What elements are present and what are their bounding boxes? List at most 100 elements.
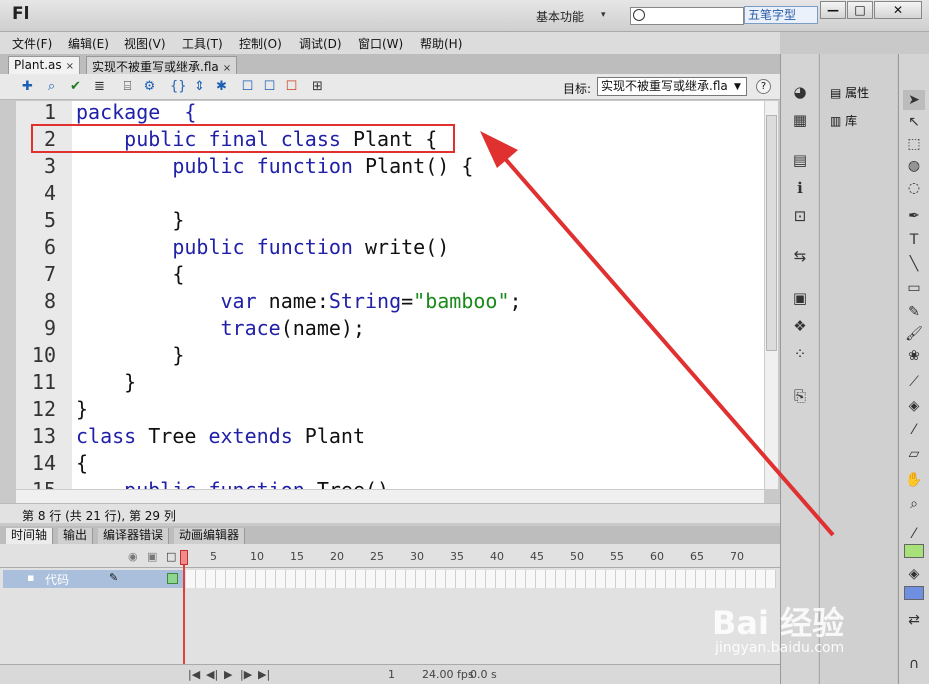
align-icon[interactable]: ▤ [790, 150, 810, 170]
close-icon[interactable]: × [66, 61, 74, 72]
minimize-button[interactable]: — [820, 1, 846, 19]
frame-grid[interactable] [186, 570, 776, 588]
toggle-toolbox-icon[interactable]: ⊞ [310, 79, 325, 94]
tab-output[interactable]: 输出 [58, 528, 94, 544]
target-select[interactable]: 实现不被重写或继承.fla [597, 77, 747, 96]
properties-item[interactable]: ▤ 属性 [830, 84, 869, 101]
close-icon[interactable]: × [223, 63, 231, 74]
lock-icon[interactable]: ▣ [147, 550, 157, 563]
menu-file[interactable]: 文件(F) [12, 35, 52, 52]
close-button[interactable]: ✕ [874, 1, 922, 19]
lasso-tool-icon[interactable]: ◌ [903, 178, 925, 198]
auto-format-icon[interactable]: ≣ [92, 79, 107, 94]
code-snippets-icon[interactable]: ▣ [790, 288, 810, 308]
motion-presets-icon[interactable]: ⁘ [790, 344, 810, 364]
frame-number: 35 [450, 550, 464, 563]
workspace-switcher[interactable]: 基本功能 [536, 8, 584, 25]
search-input[interactable] [630, 7, 744, 25]
swap-colors-icon[interactable]: ⇄ [903, 610, 925, 630]
history-icon[interactable]: ⇆ [790, 246, 810, 266]
zoom-tool-icon[interactable]: ⌕ [903, 494, 925, 514]
code-hint-icon[interactable]: ⌸ [120, 79, 135, 94]
remove-comment-icon[interactable]: ☐ [284, 79, 299, 94]
library-icon: ▥ [830, 114, 846, 128]
hand-tool-icon[interactable]: ✋ [903, 470, 925, 490]
chevron-down-icon[interactable]: ▼ [734, 82, 741, 92]
collapse-between-braces-icon[interactable]: {} [170, 79, 187, 94]
swatches-icon[interactable]: ▦ [790, 110, 810, 130]
menu-help[interactable]: 帮助(H) [420, 35, 462, 52]
current-frame: 1 [388, 668, 395, 681]
subselection-tool-icon[interactable]: ↖ [903, 112, 925, 132]
line-tool-icon[interactable]: ╲ [903, 254, 925, 274]
collapse-selection-icon[interactable]: ⇕ [192, 79, 207, 94]
check-syntax-icon[interactable]: ✔ [68, 79, 83, 94]
apply-line-comment-icon[interactable]: ☐ [262, 79, 277, 94]
prev-frame-icon[interactable]: ◀| [206, 668, 218, 681]
first-frame-icon[interactable]: |◀ [188, 668, 200, 681]
code-editor[interactable]: 123456789101112131415 package { public f… [16, 101, 764, 489]
next-frame-icon[interactable]: |▶ [240, 668, 252, 681]
play-icon[interactable]: ▶ [224, 668, 232, 681]
add-statement-icon[interactable]: ✚ [20, 79, 35, 94]
last-frame-icon[interactable]: ▶| [258, 668, 270, 681]
tab-fla-file[interactable]: 实现不被重写或继承.fla × [86, 56, 238, 74]
scroll-thumb[interactable] [766, 115, 777, 351]
help-icon[interactable]: ? [756, 79, 771, 94]
chevron-down-icon[interactable]: ▾ [601, 10, 606, 20]
stroke-color-icon[interactable]: ⁄ [903, 524, 925, 544]
debug-options-icon[interactable]: ⚙ [142, 79, 157, 94]
transform-icon[interactable]: ⊡ [790, 206, 810, 226]
eraser-tool-icon[interactable]: ▱ [903, 444, 925, 464]
menu-window[interactable]: 窗口(W) [358, 35, 403, 52]
eye-icon[interactable]: ◉ [128, 550, 138, 563]
rectangle-tool-icon[interactable]: ▭ [903, 278, 925, 298]
line-number: 7 [43, 262, 56, 286]
horizontal-scrollbar[interactable] [16, 489, 764, 503]
expand-all-icon[interactable]: ✱ [214, 79, 229, 94]
menu-view[interactable]: 视图(V) [124, 35, 166, 52]
snap-icon[interactable]: ∩ [903, 654, 925, 674]
frame-number: 25 [370, 550, 384, 563]
layer-color-icon[interactable] [167, 573, 178, 584]
color-icon[interactable]: ◕ [790, 82, 810, 102]
outline-icon[interactable]: □ [166, 550, 176, 563]
maximize-button[interactable]: □ [847, 1, 873, 19]
fill-swatch[interactable] [904, 586, 924, 600]
scene-icon[interactable]: ⎘ [790, 386, 810, 406]
free-transform-tool-icon[interactable]: ⬚ [903, 134, 925, 154]
tab-plant-as[interactable]: Plant.as × [8, 56, 81, 74]
pen-tool-icon[interactable]: ✒ [903, 206, 925, 226]
code-line: package { [76, 101, 196, 126]
deco-tool-icon[interactable]: ❀ [903, 346, 925, 366]
brush-tool-icon[interactable]: 🖌 [903, 324, 925, 344]
menu-edit[interactable]: 编辑(E) [68, 35, 109, 52]
bone-tool-icon[interactable]: ⟋ [903, 372, 925, 392]
frame-number: 50 [570, 550, 584, 563]
pencil-tool-icon[interactable]: ✎ [903, 302, 925, 322]
library-item[interactable]: ▥ 库 [830, 112, 857, 129]
stroke-swatch[interactable] [904, 544, 924, 558]
vertical-scrollbar[interactable] [764, 101, 778, 489]
code-token: ; [509, 289, 522, 313]
code-line: } [76, 369, 136, 396]
playhead-handle[interactable] [180, 550, 188, 565]
menu-tools[interactable]: 工具(T) [182, 35, 223, 52]
components-icon[interactable]: ❖ [790, 316, 810, 336]
tab-motion-editor[interactable]: 动画编辑器 [174, 528, 246, 544]
eyedropper-tool-icon[interactable]: ⁄ [903, 420, 925, 440]
menu-debug[interactable]: 调试(D) [299, 35, 342, 52]
selection-tool-icon[interactable]: ➤ [903, 90, 925, 110]
tab-compiler-errors[interactable]: 编译器错误 [98, 528, 170, 544]
tab-timeline[interactable]: 时间轴 [6, 528, 54, 544]
fill-color-icon[interactable]: ◈ [903, 564, 925, 584]
layer-row[interactable]: ▪ 代码 ✎ [3, 570, 183, 588]
menu-control[interactable]: 控制(O) [239, 35, 282, 52]
paint-bucket-tool-icon[interactable]: ◈ [903, 396, 925, 416]
text-tool-icon[interactable]: T [903, 230, 925, 250]
3d-rotation-tool-icon[interactable]: ◍ [903, 156, 925, 176]
apply-block-comment-icon[interactable]: ☐ [240, 79, 255, 94]
info-icon[interactable]: ℹ [790, 178, 810, 198]
find-icon[interactable]: ⌕ [44, 79, 59, 94]
